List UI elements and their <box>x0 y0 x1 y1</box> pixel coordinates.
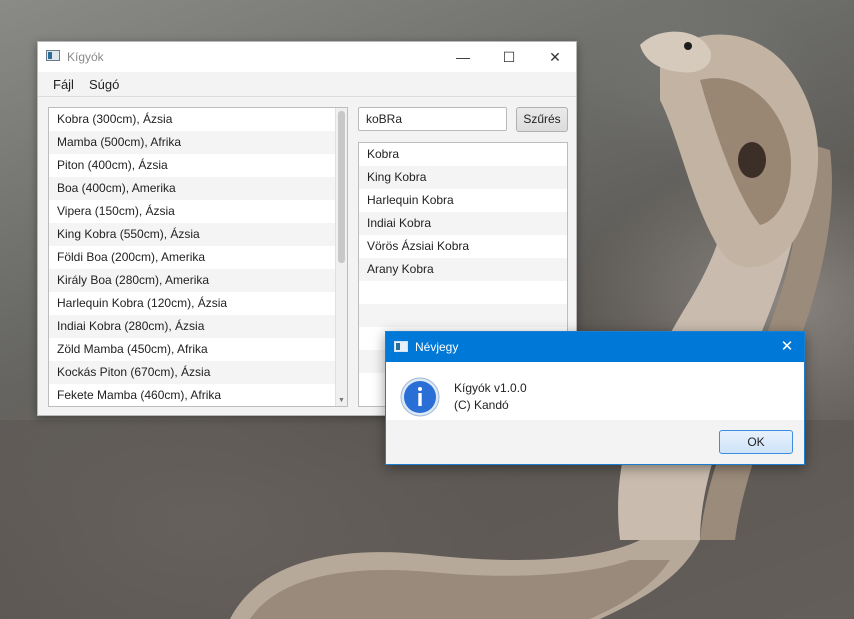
search-input[interactable] <box>358 107 507 131</box>
list-item[interactable]: Harlequin Kobra (120cm), Ázsia <box>49 292 347 315</box>
window-title: Kígyók <box>67 50 104 64</box>
maximize-icon[interactable]: ☐ <box>486 42 532 72</box>
list-item[interactable]: Földi Boa (200cm), Amerika <box>49 246 347 269</box>
about-dialog: Névjegy ✕ Kígyók v1.0.0 (C) Kandó OK <box>385 331 805 465</box>
title-bar[interactable]: Kígyók — ☐ ✕ <box>38 42 576 72</box>
list-item[interactable]: King Kobra (550cm), Ázsia <box>49 223 347 246</box>
copyright-text: (C) Kandó <box>454 398 509 412</box>
version-text: Kígyók v1.0.0 <box>454 381 527 395</box>
list-item[interactable]: Kockás Piton (670cm), Ázsia <box>49 361 347 384</box>
empty-row <box>359 281 567 304</box>
scrollbar-thumb[interactable] <box>338 111 345 263</box>
list-item[interactable]: Zöld Mamba (450cm), Afrika <box>49 338 347 361</box>
list-item[interactable]: Indiai Kobra <box>359 212 567 235</box>
list-item[interactable]: Vörös Ázsiai Kobra <box>359 235 567 258</box>
app-icon <box>46 50 60 61</box>
list-item[interactable]: Indiai Kobra (280cm), Ázsia <box>49 315 347 338</box>
list-item[interactable]: Arany Kobra <box>359 258 567 281</box>
menu-help[interactable]: Súgó <box>89 77 119 92</box>
dialog-title-bar[interactable]: Névjegy ✕ <box>386 332 804 362</box>
minimize-icon[interactable]: — <box>440 42 486 72</box>
info-icon <box>400 377 440 417</box>
list-item[interactable]: Fekete Mamba (460cm), Afrika <box>49 384 347 406</box>
list-item[interactable]: Boa (400cm), Amerika <box>49 177 347 200</box>
ok-button[interactable]: OK <box>719 430 793 454</box>
menu-bar: Fájl Súgó <box>38 72 576 97</box>
list-item[interactable]: Vipera (150cm), Ázsia <box>49 200 347 223</box>
close-icon[interactable]: ✕ <box>770 332 804 362</box>
dialog-body: Kígyók v1.0.0 (C) Kandó <box>386 362 804 420</box>
list-scrollbar[interactable]: ▼ <box>335 108 347 406</box>
snake-list[interactable]: Kobra (300cm), Ázsia Mamba (500cm), Afri… <box>48 107 348 407</box>
dialog-title: Névjegy <box>415 340 459 354</box>
list-item[interactable]: Kobra (300cm), Ázsia <box>49 108 347 131</box>
list-item[interactable]: Piton (400cm), Ázsia <box>49 154 347 177</box>
list-item[interactable]: Kobra <box>359 143 567 166</box>
list-item[interactable]: Harlequin Kobra <box>359 189 567 212</box>
menu-file[interactable]: Fájl <box>53 77 74 92</box>
app-icon <box>394 341 408 352</box>
list-item[interactable]: Mamba (500cm), Afrika <box>49 131 347 154</box>
filter-button[interactable]: Szűrés <box>516 107 568 132</box>
empty-row <box>359 304 567 327</box>
list-item[interactable]: Király Boa (280cm), Amerika <box>49 269 347 292</box>
scroll-down-icon[interactable]: ▼ <box>338 397 345 404</box>
list-item[interactable]: King Kobra <box>359 166 567 189</box>
close-icon[interactable]: ✕ <box>532 42 578 72</box>
